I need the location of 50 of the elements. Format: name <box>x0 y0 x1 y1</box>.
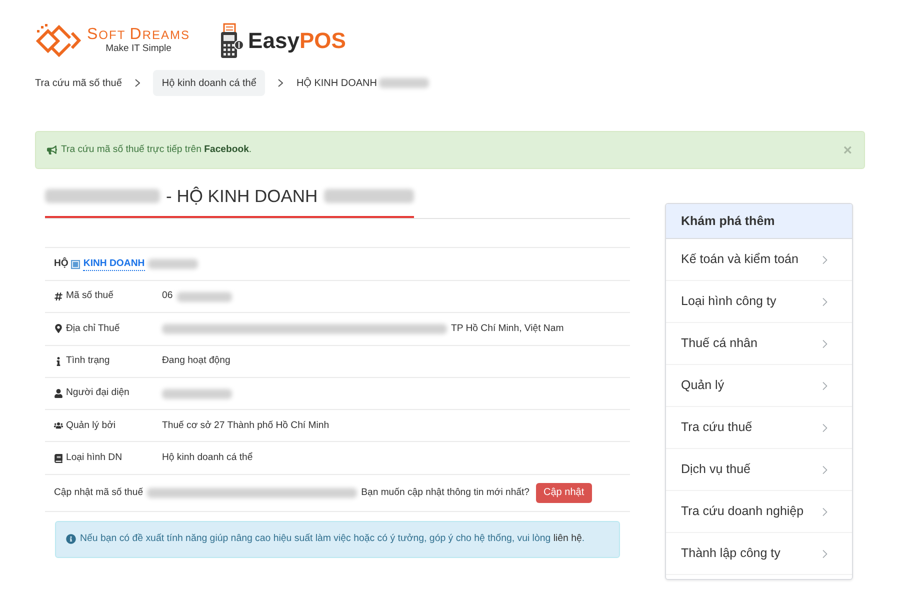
sidebar-item[interactable]: Loại hình công ty <box>666 281 852 323</box>
field-value: Đang hoạt động <box>162 354 230 368</box>
info-icon <box>66 534 76 544</box>
diamond-logo-icon <box>35 24 82 57</box>
sidebar-title: Khám phá thêm <box>666 204 852 239</box>
chevron-icon <box>278 79 284 87</box>
breadcrumb-link[interactable]: Tra cứu mã số thuế <box>35 70 122 96</box>
card-icon <box>71 260 80 268</box>
breadcrumb-link[interactable]: HỘ KINH DOANH <box>296 70 377 96</box>
megaphone-icon <box>47 144 57 155</box>
sidebar-item[interactable]: Kế toán và kiểm toán <box>666 239 852 281</box>
update-text: Bạn muốn cập nhật thông tin mới nhất? <box>361 486 530 500</box>
sidebar-item[interactable]: Thuế cá nhân <box>666 323 852 365</box>
field-value: Hộ kinh doanh cá thể <box>162 450 253 465</box>
contact-link[interactable]: liên hệ <box>553 533 582 544</box>
redaction-bar <box>162 388 232 399</box>
field-label: Mã số thuế <box>66 289 114 304</box>
business-link[interactable]: KINH DOANH <box>83 258 145 270</box>
field-label: Người đại diện <box>66 386 130 400</box>
field-value: Thuế cơ sở 27 Thành phố Hồ Chí Minh <box>162 418 330 433</box>
field-value: TP Hồ Chí Minh, Việt Nam <box>451 322 564 336</box>
field-label: Tình trạng <box>66 354 110 368</box>
redaction-bar <box>176 292 232 302</box>
user-icon <box>54 389 63 398</box>
alert-message: Tra cứu mã số thuế trực tiếp trên Facebook. <box>61 142 252 157</box>
info-icon <box>54 356 63 366</box>
update-text: Cập nhật mã số thuế <box>54 486 144 500</box>
brand-name: SOFT DREAMS <box>87 26 190 42</box>
field-label: Quản lý bởi <box>66 418 116 433</box>
heading-text: HỘ <box>54 256 68 271</box>
field-value: 06 <box>162 289 173 304</box>
field-label: Địa chỉ Thuế <box>66 322 120 336</box>
page-title: - HỘ KINH DOANH <box>166 184 318 208</box>
users-icon <box>54 421 63 430</box>
product-wordmark: EasyPOS <box>248 30 346 52</box>
sidebar-item[interactable]: Thành lập công ty <box>666 533 852 575</box>
update-button[interactable]: Cập nhật <box>536 482 592 503</box>
hash-icon <box>54 292 63 302</box>
chevron-icon <box>134 79 140 87</box>
breadcrumb-link[interactable]: Hộ kinh doanh cá thể <box>152 70 266 96</box>
field-label: Loại hình DN <box>66 450 122 465</box>
map-pin-icon <box>54 324 63 334</box>
sidebar-item[interactable]: Dịch vụ thuế <box>666 449 852 491</box>
info-message: Nếu bạn có đề xuất tính năng giúp nâng cao hiệu suất làm việc hoặc có ý tưởng, góp ý cho hệ thống, vui lòng liên hệ. <box>80 532 585 546</box>
book-icon <box>54 454 63 463</box>
sidebar-item[interactable]: Tra cứu doanh nghiệp <box>666 491 852 533</box>
card-terminal-icon <box>220 22 244 58</box>
sidebar-item[interactable]: Tra cứu thuế <box>666 407 852 449</box>
brand-tagline: Make IT Simple <box>106 42 172 54</box>
sidebar-item[interactable]: Quản lý <box>666 365 852 407</box>
